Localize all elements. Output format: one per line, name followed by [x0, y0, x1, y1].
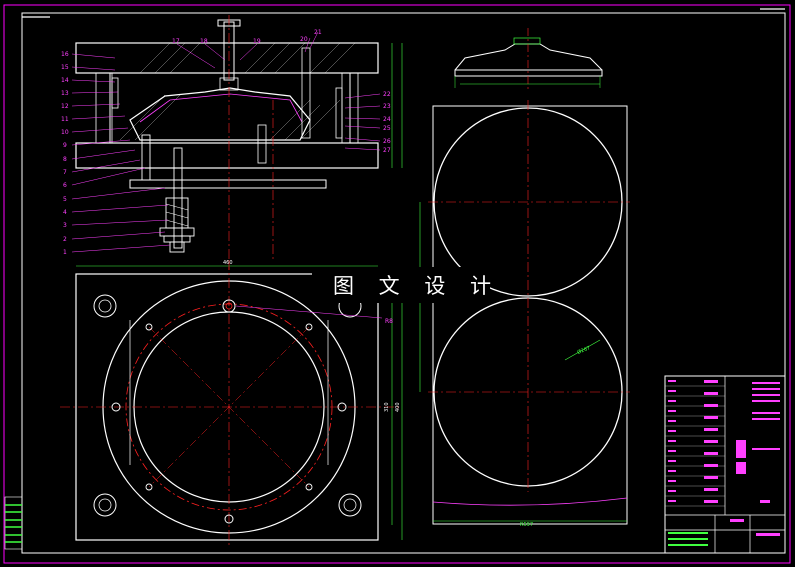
callout-20: 20 — [300, 36, 308, 43]
callout-1: 1 — [63, 249, 67, 256]
mold-section-view — [75, 15, 403, 270]
watermark: 图 文 设 计 — [312, 267, 500, 303]
callout-8: 8 — [63, 156, 67, 163]
callout-13: 13 — [61, 90, 69, 97]
callout-14: 14 — [61, 77, 69, 84]
callout-21: 21 — [314, 29, 322, 36]
plan-width-dim: 460 — [223, 260, 233, 266]
mold-plan-view: 460 310 400 R8 — [60, 260, 403, 548]
cad-drawing-canvas[interactable]: 16 15 14 13 12 11 10 9 8 7 6 5 4 3 2 1 1… — [0, 0, 795, 567]
callout-7: 7 — [63, 169, 67, 176]
callout-4: 4 — [63, 209, 67, 216]
callout-19: 19 — [253, 38, 261, 45]
hole-tag-label: R8 — [385, 318, 393, 325]
plan-height-dim-a: 310 — [384, 402, 390, 412]
callout-9: 9 — [63, 142, 67, 149]
callout-24: 24 — [383, 116, 391, 123]
callout-22: 22 — [383, 91, 391, 98]
callout-12: 12 — [61, 103, 69, 110]
callout-17: 17 — [172, 38, 180, 45]
blank-diameter-label: Ø267 — [576, 344, 591, 356]
callout-26: 26 — [383, 138, 391, 145]
callout-23: 23 — [383, 103, 391, 110]
callout-3: 3 — [63, 222, 67, 229]
callout-11: 11 — [61, 116, 69, 123]
callout-2: 2 — [63, 236, 67, 243]
callout-5: 5 — [63, 196, 67, 203]
revision-table — [4, 496, 23, 550]
callout-27: 27 — [383, 147, 391, 154]
callout-6: 6 — [63, 182, 67, 189]
title-block — [664, 375, 786, 554]
blank-layout-view: Ø267 R597 — [419, 100, 630, 528]
callout-18: 18 — [200, 38, 208, 45]
callout-10: 10 — [61, 129, 69, 136]
callout-15: 15 — [61, 64, 69, 71]
watermark-text: 图 文 设 计 — [333, 274, 500, 298]
callout-25: 25 — [383, 125, 391, 132]
callout-16: 16 — [61, 51, 69, 58]
plan-height-dim-b: 400 — [395, 402, 401, 412]
strip-width-label: R597 — [520, 522, 533, 528]
part-profile-view — [454, 28, 603, 90]
